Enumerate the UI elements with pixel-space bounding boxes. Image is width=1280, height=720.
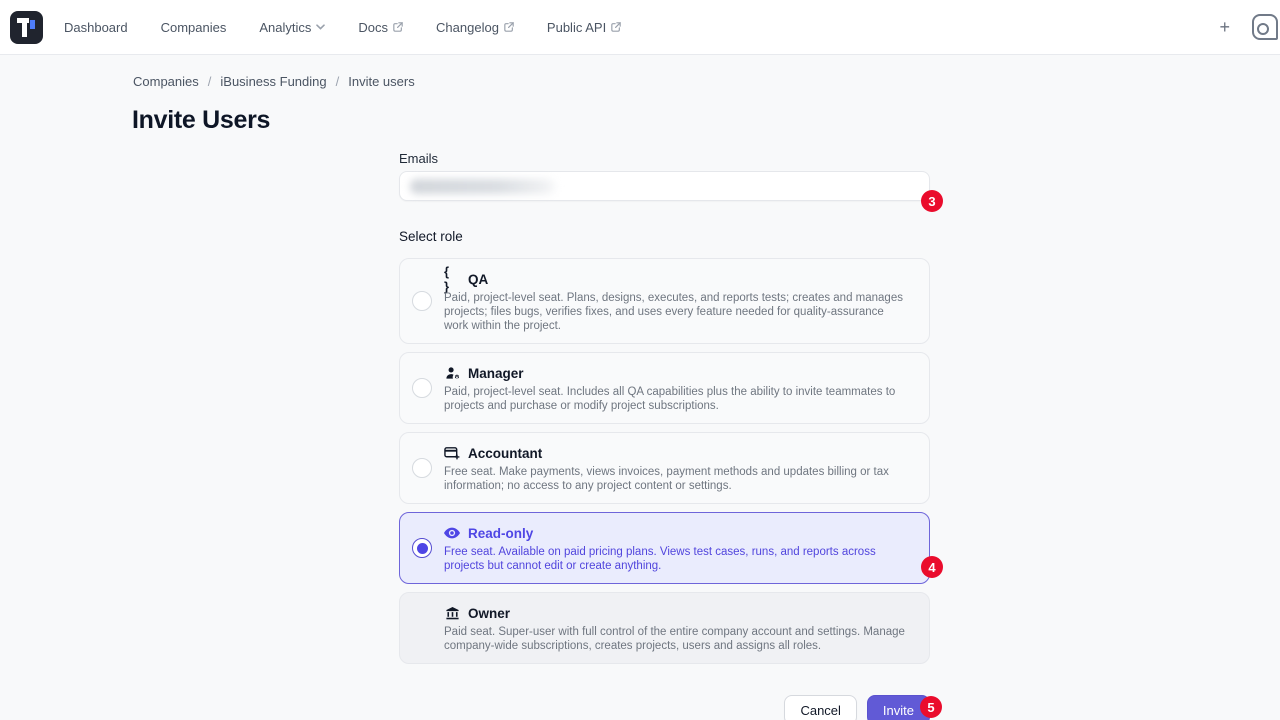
breadcrumb-item-company[interactable]: iBusiness Funding [220, 74, 326, 89]
role-description: Free seat. Available on paid pricing pla… [444, 545, 911, 573]
card-plus-icon [444, 445, 460, 461]
external-link-icon [393, 22, 403, 32]
nav-item-changelog[interactable]: Changelog [436, 20, 514, 35]
select-role-label: Select role [399, 229, 930, 245]
nav-item-label: Analytics [259, 20, 311, 35]
breadcrumb-item-companies[interactable]: Companies [133, 74, 199, 89]
radio-wrap [400, 269, 444, 333]
page-title: Invite Users [132, 106, 270, 135]
role-content: Read-only Free seat. Available on paid p… [444, 523, 913, 573]
radio-wrap [400, 443, 444, 493]
app-logo[interactable] [10, 11, 43, 44]
breadcrumb-separator: / [336, 74, 340, 89]
external-link-icon [504, 22, 514, 32]
role-name: Owner [468, 606, 510, 621]
role-name: Manager [468, 366, 524, 381]
nav-item-label: Docs [358, 20, 388, 35]
redacted-email-value [410, 179, 556, 194]
radio-button[interactable] [412, 458, 432, 478]
breadcrumb: Companies / iBusiness Funding / Invite u… [133, 74, 415, 89]
role-option-accountant[interactable]: Accountant Free seat. Make payments, vie… [399, 432, 930, 504]
logo-shape [22, 18, 27, 37]
form-actions: Cancel Invite [399, 695, 930, 720]
nav-item-public-api[interactable]: Public API [547, 20, 621, 35]
role-description: Paid, project-level seat. Plans, designs… [444, 291, 911, 333]
role-name: Read-only [468, 526, 533, 541]
nav-links: Dashboard Companies Analytics Docs Chang… [64, 20, 621, 35]
breadcrumb-item-invite-users[interactable]: Invite users [348, 74, 414, 89]
annotation-badge-5: 5 [920, 696, 942, 718]
radio-wrap [400, 523, 444, 573]
breadcrumb-separator: / [208, 74, 212, 89]
role-description: Free seat. Make payments, views invoices… [444, 465, 911, 493]
nav-right-actions: + [1219, 14, 1264, 40]
bank-icon [444, 605, 460, 621]
radio-wrap [400, 363, 444, 413]
role-description: Paid, project-level seat. Includes all Q… [444, 385, 911, 413]
annotation-badge-3: 3 [921, 190, 943, 212]
emails-input[interactable] [399, 171, 930, 201]
role-content: { } QA Paid, project-level seat. Plans, … [444, 269, 913, 333]
external-link-icon [611, 22, 621, 32]
chevron-down-icon [316, 24, 325, 30]
logo-shape [30, 20, 35, 29]
nav-item-label: Companies [161, 20, 227, 35]
nav-item-analytics[interactable]: Analytics [259, 20, 325, 35]
plus-icon[interactable]: + [1219, 18, 1230, 36]
role-name: Accountant [468, 446, 542, 461]
invite-users-form: Emails Select role { } QA Paid, project-… [399, 151, 930, 720]
nav-item-label: Changelog [436, 20, 499, 35]
role-content: Accountant Free seat. Make payments, vie… [444, 443, 913, 493]
role-option-owner: Owner Paid seat. Super-user with full co… [399, 592, 930, 664]
role-content: Manager Paid, project-level seat. Includ… [444, 363, 913, 413]
annotation-badge-4: 4 [921, 556, 943, 578]
braces-icon: { } [444, 271, 460, 287]
radio-button[interactable] [412, 291, 432, 311]
role-option-manager[interactable]: Manager Paid, project-level seat. Includ… [399, 352, 930, 424]
role-option-qa[interactable]: { } QA Paid, project-level seat. Plans, … [399, 258, 930, 344]
role-name: QA [468, 272, 488, 287]
user-gear-icon [444, 365, 460, 381]
nav-item-label: Public API [547, 20, 606, 35]
nav-item-label: Dashboard [64, 20, 128, 35]
role-options-list: { } QA Paid, project-level seat. Plans, … [399, 258, 930, 664]
cancel-button[interactable]: Cancel [784, 695, 856, 720]
eye-icon [444, 525, 460, 541]
nav-item-docs[interactable]: Docs [358, 20, 403, 35]
role-description: Paid seat. Super-user with full control … [444, 625, 911, 653]
emails-label: Emails [399, 151, 930, 167]
radio-button-selected[interactable] [412, 538, 432, 558]
nav-item-companies[interactable]: Companies [161, 20, 227, 35]
role-content: Owner Paid seat. Super-user with full co… [444, 603, 913, 653]
top-navigation: Dashboard Companies Analytics Docs Chang… [0, 0, 1280, 55]
radio-button[interactable] [412, 378, 432, 398]
account-icon[interactable] [1252, 14, 1278, 40]
radio-wrap [400, 603, 444, 653]
nav-item-dashboard[interactable]: Dashboard [64, 20, 128, 35]
role-option-read-only[interactable]: Read-only Free seat. Available on paid p… [399, 512, 930, 584]
